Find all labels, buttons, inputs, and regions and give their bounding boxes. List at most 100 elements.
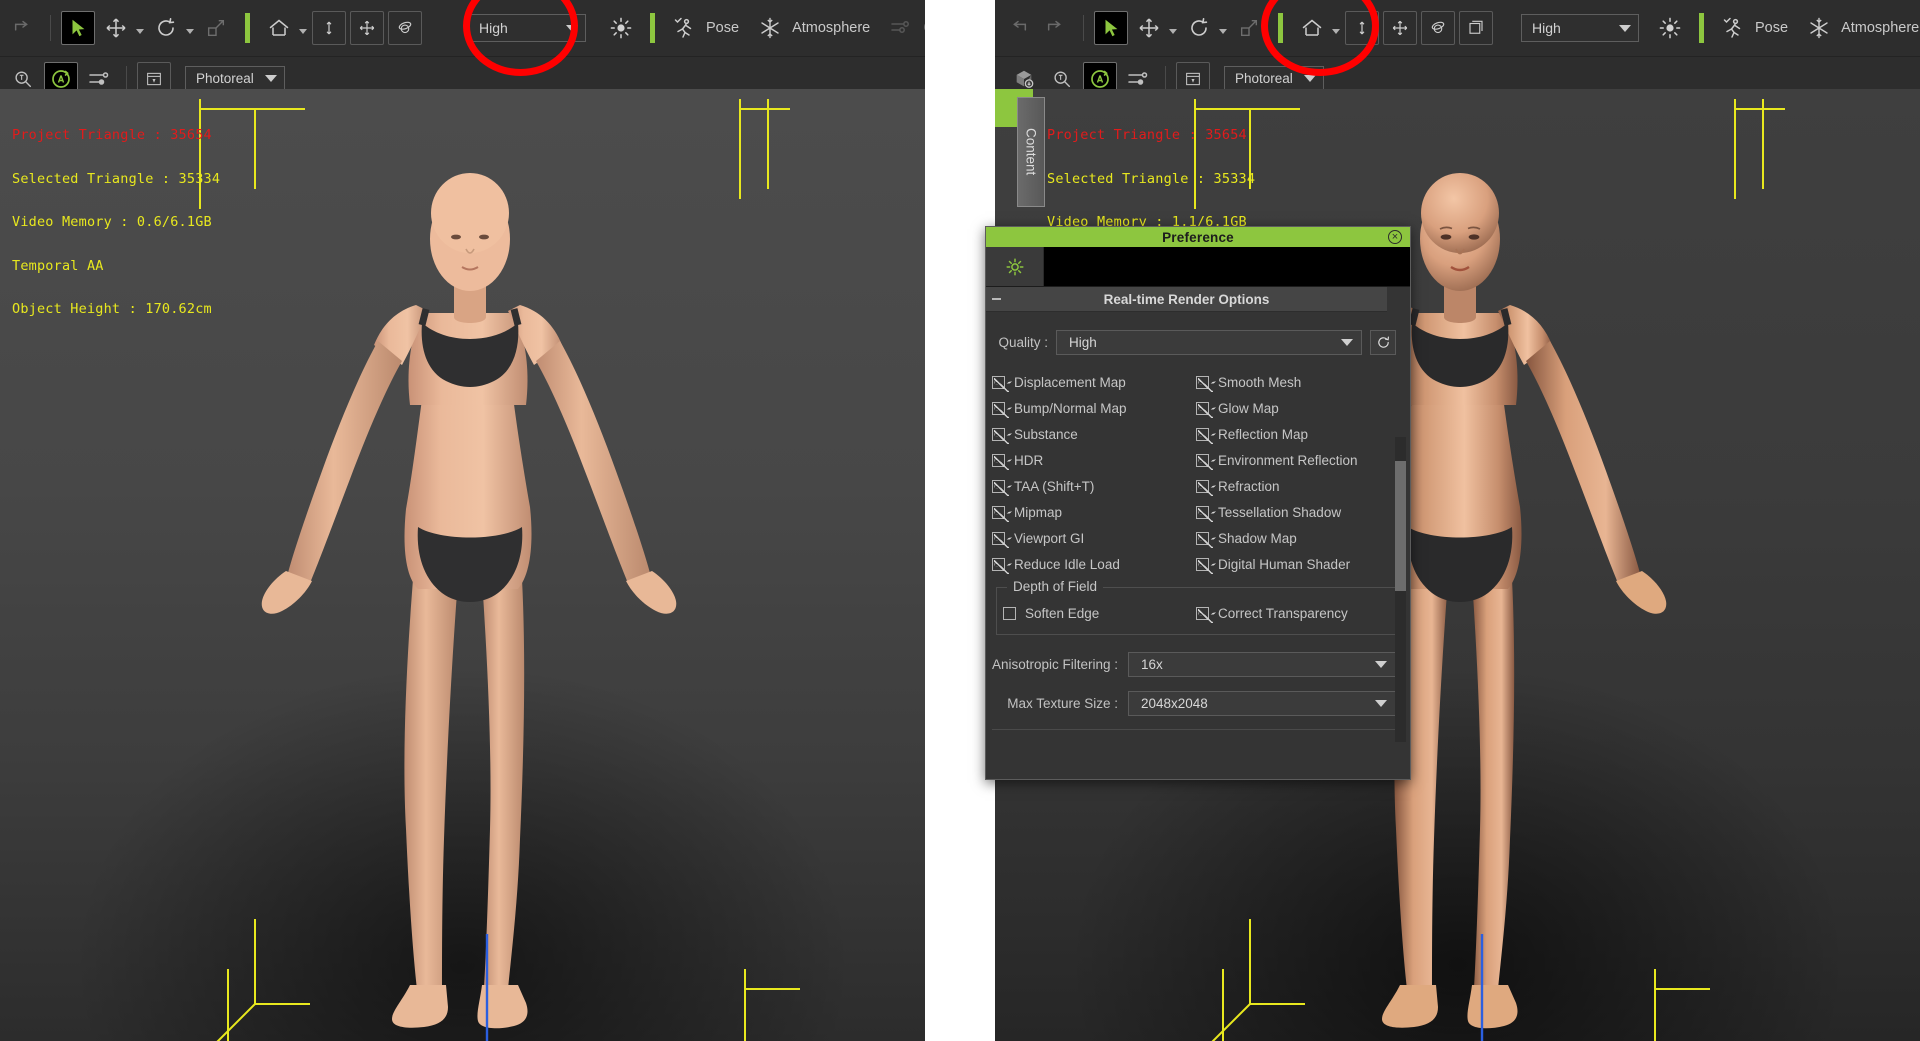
- preference-titlebar[interactable]: Preference ×: [986, 227, 1410, 247]
- rotate-tool[interactable]: [149, 11, 183, 45]
- checkbox-icon[interactable]: [1196, 531, 1213, 548]
- pose-button[interactable]: Pose: [665, 11, 751, 45]
- preference-scrollbar[interactable]: [1395, 437, 1406, 742]
- checkbox-label: Environment Reflection: [1218, 452, 1358, 468]
- left-viewport[interactable]: Project Triangle : 35654 Selected Triang…: [0, 89, 925, 1041]
- checkbox-label: Bump/Normal Map: [1014, 400, 1127, 416]
- checkbox-label: TAA (Shift+T): [1014, 478, 1095, 494]
- checkbox-tessellation-shadow[interactable]: Tessellation Shadow: [1196, 499, 1400, 525]
- preference-category-strip: [986, 247, 1410, 287]
- max-texture-size-select[interactable]: 2048x2048: [1128, 691, 1396, 716]
- checkbox-icon[interactable]: [992, 453, 1009, 470]
- checkbox-digital-human-shader[interactable]: Digital Human Shader: [1196, 551, 1400, 577]
- preference-dialog[interactable]: Preference × Real-time Render Options Qu…: [985, 226, 1411, 780]
- refresh-button[interactable]: [1370, 330, 1396, 355]
- redo-arrow-icon[interactable]: [6, 11, 40, 45]
- redo-arrow-icon[interactable]: [1039, 11, 1073, 45]
- viewport-quality-select[interactable]: High: [1521, 14, 1639, 42]
- checkbox-icon[interactable]: [1196, 479, 1213, 496]
- scrollbar-thumb[interactable]: [1395, 461, 1406, 591]
- checkbox-substance[interactable]: Substance: [992, 421, 1196, 447]
- checkbox-taa[interactable]: TAA (Shift+T): [992, 473, 1196, 499]
- checkbox-reduce-idle-load[interactable]: Reduce Idle Load: [992, 551, 1196, 577]
- quality-value: High: [1069, 335, 1097, 350]
- checkbox-label: Reduce Idle Load: [1014, 556, 1120, 572]
- checkbox-bump-normal-map[interactable]: Bump/Normal Map: [992, 395, 1196, 421]
- content-side-tab[interactable]: Content: [1017, 97, 1045, 207]
- toolbar-green-separator-2: [1699, 13, 1704, 43]
- checkbox-label: Smooth Mesh: [1218, 374, 1302, 390]
- preference-divider: [992, 729, 1400, 730]
- depth-of-field-group: Depth of Field Soften Edge Correct Trans…: [996, 579, 1396, 635]
- checkbox-icon[interactable]: [992, 427, 1009, 444]
- sun-icon[interactable]: [604, 11, 638, 45]
- checkbox-icon[interactable]: [992, 401, 1009, 418]
- checkbox-icon[interactable]: [992, 531, 1009, 548]
- orbit-object[interactable]: [1421, 11, 1455, 45]
- chevron-down-icon[interactable]: [186, 28, 194, 34]
- home-view[interactable]: [262, 11, 296, 45]
- render-options-section-header[interactable]: Real-time Render Options: [986, 287, 1387, 312]
- render-settings-icon[interactable]: [986, 247, 1044, 286]
- checkbox-icon[interactable]: [1196, 375, 1213, 392]
- checkbox-environment-reflection[interactable]: Environment Reflection: [1196, 447, 1400, 473]
- conform-button[interactable]: Conform: [882, 11, 925, 45]
- checkbox-icon[interactable]: [1003, 606, 1016, 620]
- orbit-object[interactable]: [388, 11, 422, 45]
- chevron-down-icon: [1341, 339, 1353, 346]
- checkbox-label: Soften Edge: [1025, 605, 1100, 621]
- checkbox-icon[interactable]: [992, 479, 1009, 496]
- fit-vertical[interactable]: [312, 11, 346, 45]
- checkbox-mipmap[interactable]: Mipmap: [992, 499, 1196, 525]
- chevron-down-icon: [1304, 75, 1316, 82]
- checkbox-icon[interactable]: [1196, 427, 1213, 444]
- move-tool[interactable]: [99, 11, 133, 45]
- toolbar-green-separator: [245, 13, 250, 43]
- checkbox-icon[interactable]: [992, 375, 1009, 392]
- select-tool[interactable]: [61, 11, 95, 45]
- checkbox-glow-map[interactable]: Glow Map: [1196, 395, 1400, 421]
- quality-select[interactable]: High: [1056, 330, 1362, 355]
- checkbox-shadow-map[interactable]: Shadow Map: [1196, 525, 1400, 551]
- checkbox-refraction[interactable]: Refraction: [1196, 473, 1400, 499]
- chevron-down-icon[interactable]: [299, 28, 307, 34]
- select-tool[interactable]: [1094, 11, 1128, 45]
- checkbox-icon[interactable]: [1196, 401, 1213, 418]
- close-icon[interactable]: ×: [1388, 230, 1402, 244]
- fit-all[interactable]: [1383, 11, 1417, 45]
- checkbox-displacement-map[interactable]: Displacement Map: [992, 369, 1196, 395]
- checkbox-viewport-gi[interactable]: Viewport GI: [992, 525, 1196, 551]
- chevron-down-icon[interactable]: [136, 28, 144, 34]
- bounding-box-icon[interactable]: [1459, 11, 1493, 45]
- anisotropic-filtering-select[interactable]: 16x: [1128, 652, 1396, 677]
- checkbox-reflection-map[interactable]: Reflection Map: [1196, 421, 1400, 447]
- render-mode-select[interactable]: Photoreal: [185, 65, 285, 92]
- chevron-down-icon: [1375, 700, 1387, 707]
- chevron-down-icon[interactable]: [1169, 28, 1177, 34]
- checkbox-label: Mipmap: [1014, 504, 1063, 520]
- fit-all[interactable]: [350, 11, 384, 45]
- move-tool[interactable]: [1132, 11, 1166, 45]
- checkbox-hdr[interactable]: HDR: [992, 447, 1196, 473]
- anisotropic-filtering-label: Anisotropic Filtering :: [992, 657, 1118, 672]
- checkbox-icon[interactable]: [992, 557, 1009, 574]
- checkbox-icon[interactable]: [1196, 606, 1213, 623]
- undo-arrow-icon[interactable]: [1001, 11, 1035, 45]
- checkbox-icon[interactable]: [1196, 557, 1213, 574]
- rotate-tool[interactable]: [1182, 11, 1216, 45]
- checkbox-smooth-mesh[interactable]: Smooth Mesh: [1196, 369, 1400, 395]
- scale-tool[interactable]: [199, 11, 233, 45]
- sun-icon[interactable]: [1653, 11, 1687, 45]
- atmosphere-button[interactable]: Atmosphere: [1800, 11, 1920, 45]
- checkbox-label: Shadow Map: [1218, 530, 1297, 546]
- chevron-down-icon[interactable]: [1219, 28, 1227, 34]
- checkbox-icon[interactable]: [1196, 453, 1213, 470]
- pose-label: Pose: [1755, 20, 1789, 36]
- pose-button[interactable]: Pose: [1714, 11, 1800, 45]
- checkbox-label: HDR: [1014, 452, 1044, 468]
- checkbox-icon[interactable]: [992, 505, 1009, 522]
- checkbox-icon[interactable]: [1196, 505, 1213, 522]
- atmosphere-button[interactable]: Atmosphere: [751, 11, 882, 45]
- checkbox-soften-edge[interactable]: Soften Edge: [1003, 600, 1196, 626]
- checkbox-correct-transparency[interactable]: Correct Transparency: [1196, 600, 1389, 626]
